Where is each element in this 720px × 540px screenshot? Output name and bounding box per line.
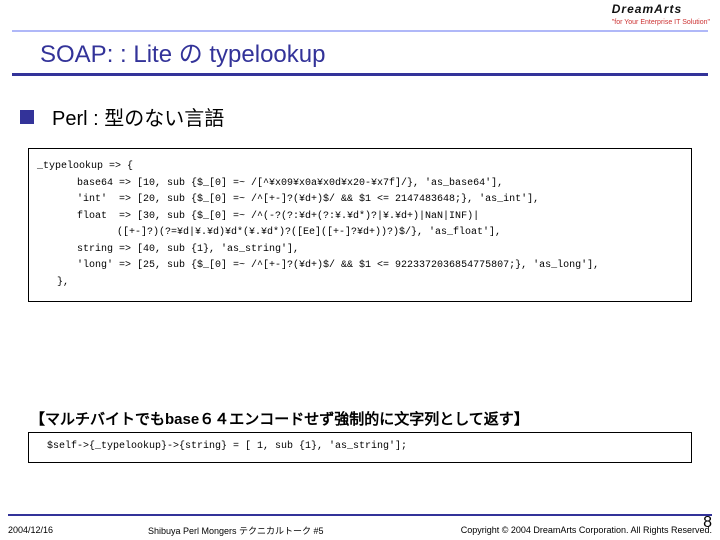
footer: 2004/12/16 Shibuya Perl Mongers テクニカルトーク… bbox=[8, 514, 712, 540]
code-line: 'long' => [25, sub {$_[0] =~ /^[+-]?(¥d+… bbox=[37, 258, 683, 275]
title-wrap: SOAP: : Lite の typelookup bbox=[0, 30, 720, 76]
footer-center: Shibuya Perl Mongers テクニカルトーク #5 bbox=[78, 524, 461, 537]
code-line: $self->{_typelookup}->{string} = [ 1, su… bbox=[37, 439, 683, 456]
section-heading: Perl : 型のない言語 bbox=[52, 102, 224, 131]
bullet-square-icon bbox=[20, 110, 34, 124]
slide: DreamArts "for Your Enterprise IT Soluti… bbox=[0, 0, 720, 540]
code-line: base64 => [10, sub {$_[0] =~ /[^¥x09¥x0a… bbox=[37, 176, 683, 193]
topbar: DreamArts "for Your Enterprise IT Soluti… bbox=[0, 0, 720, 28]
code-line: float => [30, sub {$_[0] =~ /^(-?(?:¥d+(… bbox=[37, 209, 683, 226]
slide-title: SOAP: : Lite の typelookup bbox=[0, 34, 720, 69]
code-line: 'int' => [20, sub {$_[0] =~ /^[+-]?(¥d+)… bbox=[37, 192, 683, 209]
code-line: string => [40, sub {1}, 'as_string'], bbox=[37, 242, 683, 259]
note-title: 【マルチバイトでもbase６４エンコードせず強制的に文字列として返す】 bbox=[30, 408, 529, 429]
code-box-1: _typelookup => { base64 => [10, sub {$_[… bbox=[28, 148, 692, 302]
code-box-2: $self->{_typelookup}->{string} = [ 1, su… bbox=[28, 432, 692, 463]
footer-copyright: Copyright © 2004 DreamArts Corporation. … bbox=[461, 525, 712, 535]
title-accent-bar bbox=[12, 30, 708, 32]
logo: DreamArts "for Your Enterprise IT Soluti… bbox=[612, 2, 710, 27]
code-line: ([+-]?)(?=¥d|¥.¥d)¥d*(¥.¥d*)?([Ee]([+-]?… bbox=[37, 225, 683, 242]
footer-date: 2004/12/16 bbox=[8, 525, 78, 535]
logo-sub: "for Your Enterprise IT Solution" bbox=[612, 19, 710, 26]
code-line: _typelookup => { bbox=[37, 159, 683, 176]
logo-main: DreamArts bbox=[612, 2, 682, 16]
heading-row: Perl : 型のない言語 bbox=[20, 102, 224, 131]
page-number: 8 bbox=[703, 514, 712, 532]
code-line: }, bbox=[37, 275, 683, 292]
title-underline bbox=[12, 73, 708, 76]
